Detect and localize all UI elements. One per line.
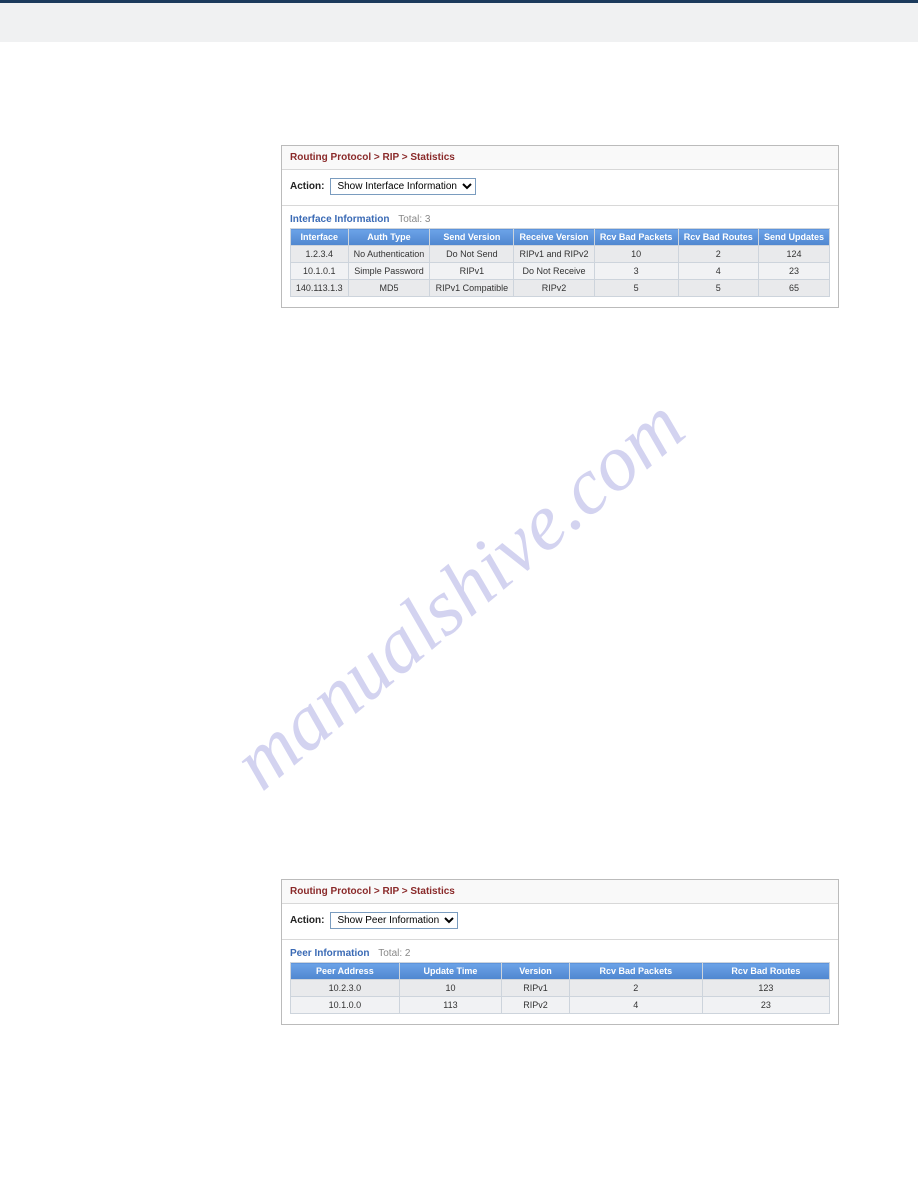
action-label: Action:: [290, 181, 324, 192]
cell: 10: [594, 246, 678, 263]
cell: 10: [399, 980, 501, 997]
cell: 2: [678, 246, 758, 263]
cell: 2: [569, 980, 702, 997]
breadcrumb: Routing Protocol > RIP > Statistics: [282, 880, 838, 904]
col-receive-version: Receive Version: [514, 229, 594, 246]
cell: Do Not Receive: [514, 263, 594, 280]
top-bar: [0, 0, 918, 42]
col-interface: Interface: [291, 229, 349, 246]
cell: 10.1.0.1: [291, 263, 349, 280]
rip-peer-statistics-panel: Routing Protocol > RIP > Statistics Acti…: [281, 879, 839, 1025]
section-total: Total: 2: [378, 948, 410, 959]
cell: 3: [594, 263, 678, 280]
cell: MD5: [348, 280, 430, 297]
cell: RIPv2: [514, 280, 594, 297]
section-title-row: Interface Information Total: 3: [282, 206, 838, 228]
action-label: Action:: [290, 915, 324, 926]
action-select[interactable]: Show Peer Information: [330, 912, 458, 929]
col-auth-type: Auth Type: [348, 229, 430, 246]
cell: 10.1.0.0: [291, 997, 400, 1014]
cell: No Authentication: [348, 246, 430, 263]
peer-info-table: Peer Address Update Time Version Rcv Bad…: [290, 962, 830, 1014]
action-row: Action: Show Interface Information: [282, 170, 838, 206]
cell: 23: [758, 263, 829, 280]
table-header-row: Peer Address Update Time Version Rcv Bad…: [291, 963, 830, 980]
col-rcv-bad-packets: Rcv Bad Packets: [569, 963, 702, 980]
cell: 140.113.1.3: [291, 280, 349, 297]
action-select[interactable]: Show Interface Information: [330, 178, 476, 195]
col-peer-address: Peer Address: [291, 963, 400, 980]
rip-interface-statistics-panel: Routing Protocol > RIP > Statistics Acti…: [281, 145, 839, 308]
table-row: 10.1.0.0 113 RIPv2 4 23: [291, 997, 830, 1014]
cell: 1.2.3.4: [291, 246, 349, 263]
cell: 124: [758, 246, 829, 263]
cell: Do Not Send: [430, 246, 514, 263]
table-header-row: Interface Auth Type Send Version Receive…: [291, 229, 830, 246]
col-send-updates: Send Updates: [758, 229, 829, 246]
table-row: 10.2.3.0 10 RIPv1 2 123: [291, 980, 830, 997]
cell: 4: [569, 997, 702, 1014]
cell: 113: [399, 997, 501, 1014]
cell: 4: [678, 263, 758, 280]
cell: 123: [702, 980, 829, 997]
col-rcv-bad-routes: Rcv Bad Routes: [678, 229, 758, 246]
col-rcv-bad-routes: Rcv Bad Routes: [702, 963, 829, 980]
cell: 10.2.3.0: [291, 980, 400, 997]
section-title: Interface Information: [290, 214, 389, 225]
interface-info-table: Interface Auth Type Send Version Receive…: [290, 228, 830, 297]
cell: RIPv2: [502, 997, 570, 1014]
section-title: Peer Information: [290, 948, 369, 959]
cell: 23: [702, 997, 829, 1014]
col-send-version: Send Version: [430, 229, 514, 246]
cell: RIPv1: [502, 980, 570, 997]
cell: 5: [594, 280, 678, 297]
table-row: 10.1.0.1 Simple Password RIPv1 Do Not Re…: [291, 263, 830, 280]
col-update-time: Update Time: [399, 963, 501, 980]
section-title-row: Peer Information Total: 2: [282, 940, 838, 962]
col-rcv-bad-packets: Rcv Bad Packets: [594, 229, 678, 246]
watermark-text: manualshive.com: [216, 380, 702, 808]
col-version: Version: [502, 963, 570, 980]
breadcrumb: Routing Protocol > RIP > Statistics: [282, 146, 838, 170]
table-row: 140.113.1.3 MD5 RIPv1 Compatible RIPv2 5…: [291, 280, 830, 297]
cell: RIPv1: [430, 263, 514, 280]
action-row: Action: Show Peer Information: [282, 904, 838, 940]
cell: 65: [758, 280, 829, 297]
cell: Simple Password: [348, 263, 430, 280]
cell: RIPv1 Compatible: [430, 280, 514, 297]
cell: 5: [678, 280, 758, 297]
cell: RIPv1 and RIPv2: [514, 246, 594, 263]
table-row: 1.2.3.4 No Authentication Do Not Send RI…: [291, 246, 830, 263]
section-total: Total: 3: [398, 214, 430, 225]
